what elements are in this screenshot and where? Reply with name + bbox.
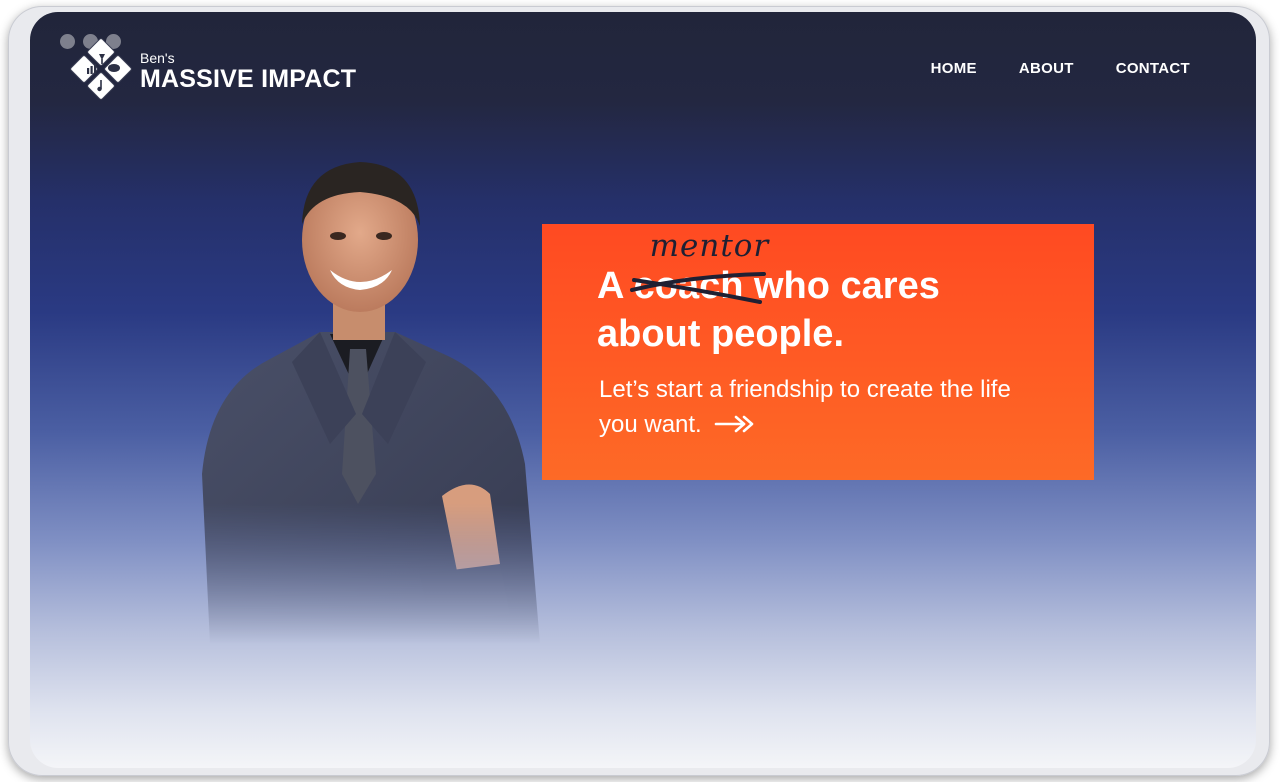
headline-line2: about people.: [597, 313, 844, 355]
nav-link-home[interactable]: HOME: [931, 60, 977, 77]
headline-line1-rest: who cares: [754, 265, 940, 307]
hero-subline: Let’s start a friendship to create the l…: [599, 376, 1011, 438]
logo-small-text: Ben's: [140, 50, 175, 66]
logo-text: Ben's MASSIVE IMPACT: [140, 45, 356, 93]
logo-title: MASSIVE IMPACT: [140, 65, 357, 93]
struck-word-group: mentor coach: [629, 228, 768, 310]
browser-viewport: Ben's MASSIVE IMPACT HOME ABOUT CONTACT: [30, 12, 1256, 768]
nav-link-about[interactable]: ABOUT: [1019, 60, 1074, 77]
headline-prefix: A: [597, 265, 624, 307]
strikethrough-marks: [629, 272, 766, 304]
double-arrow-right-icon: [715, 415, 754, 432]
hero-cta-card: A mentor coach who cares about people. L…: [542, 224, 1094, 480]
device-frame: Ben's MASSIVE IMPACT HOME ABOUT CONTACT: [8, 6, 1270, 776]
nav-link-contact[interactable]: CONTACT: [1116, 60, 1190, 77]
hero-headline: A mentor coach who cares about people.: [597, 228, 1077, 358]
site-logo[interactable]: Ben's MASSIVE IMPACT: [68, 36, 356, 102]
hero-portrait-image: [180, 144, 550, 644]
handwritten-word: mentor: [649, 228, 770, 264]
diamond-grid-logo-icon: [68, 36, 134, 102]
main-nav: HOME ABOUT CONTACT: [931, 60, 1190, 77]
hero-cta-link[interactable]: Let’s start a friendship to create the l…: [599, 372, 1049, 442]
